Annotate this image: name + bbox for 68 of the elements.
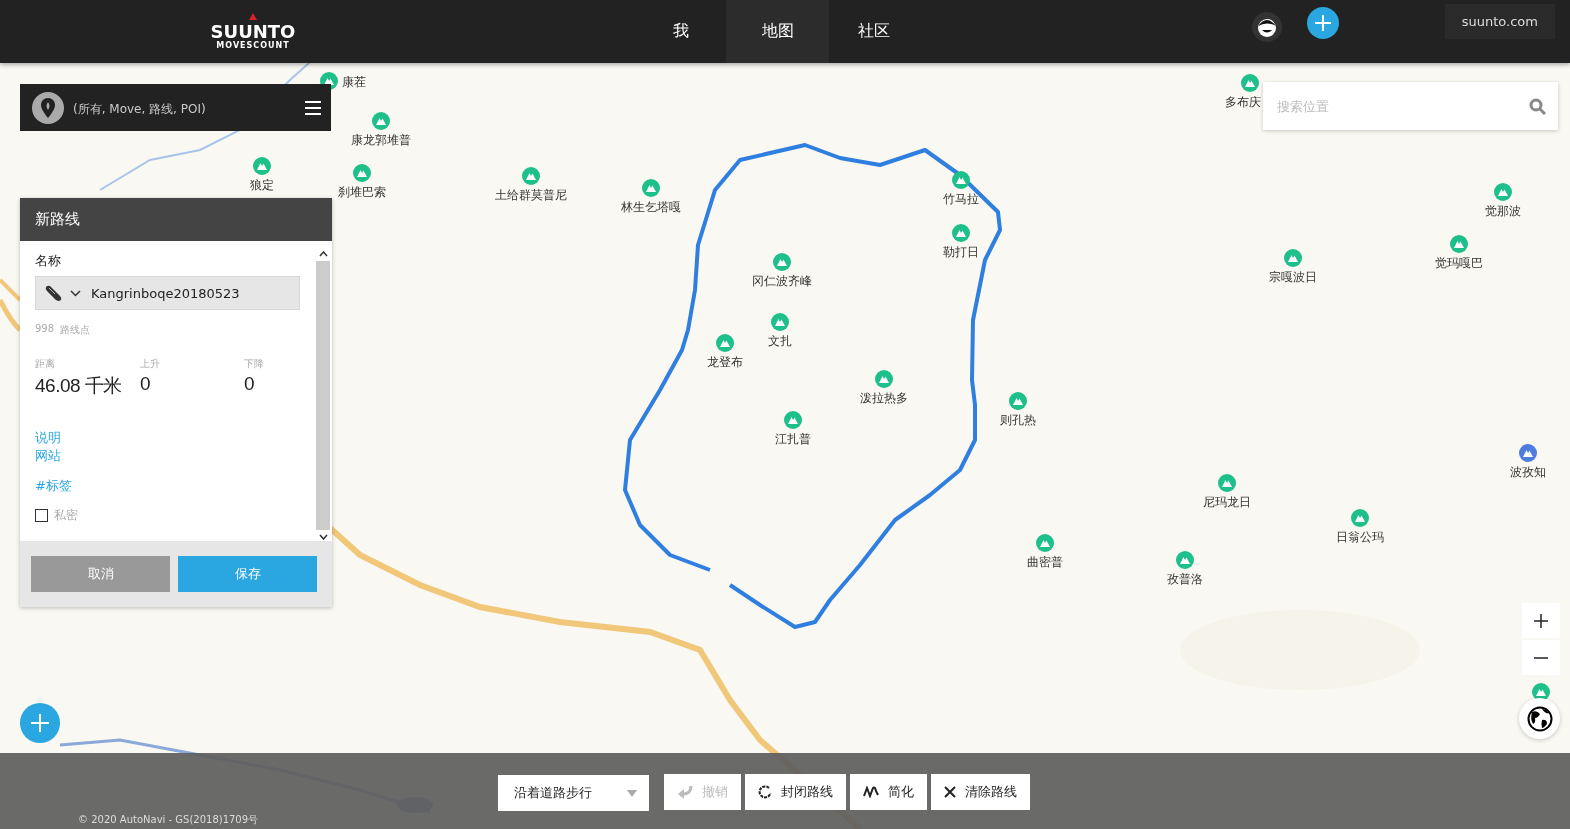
peak-label: 觉那波 [1485,203,1521,220]
peak-label: 冈仁波齐峰 [752,273,812,290]
close-icon [944,786,956,798]
peak-label: 土给群莫普尼 [495,187,567,204]
stat-value: 46.08 千米 [35,374,123,398]
panel-title: 新路线 [20,198,332,241]
zoom-in-button[interactable] [1522,603,1560,638]
field-label: 名称 [35,252,62,270]
chevron-down-icon[interactable] [70,289,81,297]
toolbar-button[interactable]: 清除路线 [931,774,1030,810]
peak-label: 刹堆巴索 [338,184,386,201]
peak-label: 日翁公玛 [1336,529,1384,546]
undo-icon [677,785,693,799]
peak-label: 泼拉热多 [860,390,908,407]
avatar-icon[interactable] [1251,11,1282,42]
menu-icon[interactable] [305,100,321,115]
site-link[interactable]: suunto.com [1444,4,1555,39]
point-count: 998 [35,323,55,336]
nav-tab[interactable]: 我 [636,0,726,63]
peak-label: 多布庆 [1225,94,1261,111]
peak-label: 觉玛嘎巴 [1435,255,1483,272]
point-count-label: 路线点 [60,323,91,337]
peak-label: 勒打日 [943,244,979,261]
private-checkbox[interactable] [35,509,48,522]
logo-subtitle: MOVESCOUNT [216,41,290,50]
peak-label: 竹马拉 [943,191,979,208]
peak-label: 则孔热 [1000,412,1036,429]
peak-label: 曲密普 [1027,554,1063,571]
mode-dropdown[interactable]: 沿着道路步行 [498,775,649,811]
logo-triangle-icon [249,13,257,20]
peak-label: 狼定 [250,177,274,194]
peak-label: 孜普洛 [1167,571,1203,588]
scroll-up-icon[interactable] [318,251,328,257]
peak-label: 康龙郭堆普 [351,132,411,149]
name-field[interactable]: Kangrinboqe20180523 [35,276,300,310]
peak-label: 尼玛龙日 [1203,494,1251,511]
search-field[interactable]: 搜索位置 [1263,82,1558,130]
peak-label: 林生乞塔嘎 [621,199,681,216]
peak-label: 文扎 [768,333,792,350]
wave-icon [863,786,879,798]
stat-value: 0 [140,373,152,395]
filter-bar[interactable]: (所有, Move, 路线, POI) [20,84,331,131]
stat-label: 下降 [244,357,265,371]
location-pin-icon [32,91,64,124]
map-attribution: © 2020 AutoNavi - GS(2018)1709号 [78,813,259,827]
filter-text: (所有, Move, 路线, POI) [73,101,207,118]
add-icon[interactable] [1306,6,1339,39]
toolbar-button[interactable]: 封闭路线 [745,774,846,810]
nav-tab[interactable]: 地图 [726,0,829,63]
scroll-down-icon[interactable] [318,534,328,540]
stat-value: 0 [244,373,256,395]
stat-label: 上升 [140,357,161,371]
peak-label: 波孜知 [1510,464,1546,481]
toolbar-button[interactable]: 简化 [850,774,927,810]
nav-tab[interactable]: 社区 [829,0,919,63]
caret-icon [627,789,637,797]
peak-label: 龙登布 [707,354,743,371]
plus-icon [1534,613,1548,628]
logo-text: SUUNTO [210,22,296,41]
stat-label: 距离 [35,357,56,371]
checkbox-label: 私密 [54,507,78,524]
globe-icon [1526,705,1553,732]
zoom-out-button[interactable] [1522,640,1560,675]
minus-icon [1534,656,1548,659]
peak-label: 江扎普 [775,431,811,448]
peak-label: 宗嘎波日 [1269,269,1317,286]
peak-label: 康茬 [342,74,366,91]
search-icon[interactable] [1529,98,1546,115]
